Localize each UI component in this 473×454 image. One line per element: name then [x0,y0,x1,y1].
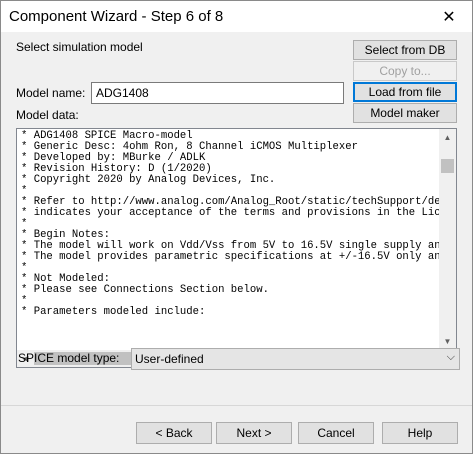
window-title: Component Wizard - Step 6 of 8 [9,8,224,25]
model-name-label: Model name: [16,86,86,100]
select-from-db-button[interactable]: Select from DB [353,40,457,60]
cancel-button[interactable]: Cancel [298,422,374,444]
help-button[interactable]: Help [382,422,458,444]
spice-model-type-value: User-defined [135,352,204,366]
model-data-line: * Copyright 2020 by Analog Devices, Inc. [21,174,276,186]
vertical-scroll-thumb[interactable] [441,159,454,173]
model-data-content[interactable]: * ADG1408 SPICE Macro-model * Generic Des… [17,129,439,350]
component-wizard-window: Component Wizard - Step 6 of 8 ✕ Select … [0,0,473,454]
close-button[interactable]: ✕ [426,1,472,32]
copy-to-button[interactable]: Copy to... [353,61,457,81]
footer-separator [1,405,472,406]
model-data-line: * The model provides parametric specific… [21,251,439,263]
model-data-line: * Parameters modeled include: [21,306,206,318]
model-data-line: * Please see Connections Section below. [21,284,269,296]
wizard-body: Select simulation model Select from DB C… [1,32,472,453]
model-maker-button[interactable]: Model maker [353,103,457,123]
section-label: Select simulation model [16,40,143,54]
close-icon: ✕ [442,8,456,26]
spice-model-type-label: SPICE model type: [18,351,120,365]
back-button[interactable]: < Back [136,422,212,444]
spice-model-type-select[interactable]: User-defined ⌵ [131,348,460,370]
title-bar: Component Wizard - Step 6 of 8 ✕ [1,1,472,32]
vertical-scrollbar[interactable]: ▲ ▼ [439,129,456,350]
load-from-file-button[interactable]: Load from file [353,82,457,102]
chevron-down-icon: ⌵ [446,351,455,363]
model-name-input[interactable]: ADG1408 [91,82,344,104]
model-data-textarea[interactable]: * ADG1408 SPICE Macro-model * Generic Des… [16,128,457,368]
model-data-line: * indicates your acceptance of the terms… [21,207,439,219]
scroll-up-icon[interactable]: ▲ [439,129,456,146]
model-data-label: Model data: [16,108,79,122]
model-name-value: ADG1408 [96,86,149,100]
next-button[interactable]: Next > [216,422,292,444]
